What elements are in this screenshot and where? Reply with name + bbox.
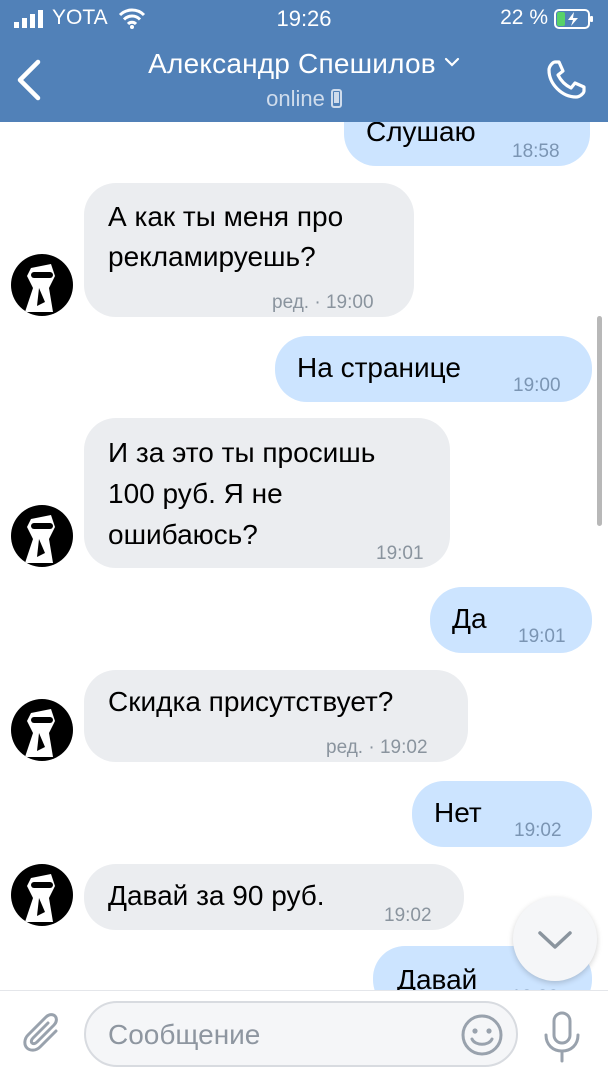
avatar[interactable] [11,505,73,567]
message-text: Скидка присутствует? [108,686,394,717]
avatar[interactable] [11,864,73,926]
phone-call-icon[interactable] [544,58,588,102]
message-time: 19:01 [518,626,566,647]
scroll-down-button[interactable] [513,897,597,981]
composer-bar: Сообщение [0,990,608,1080]
message-bubble-outgoing[interactable]: Нет 19:02 [412,781,592,847]
message-text: На странице [297,352,461,383]
message-input[interactable]: Сообщение [84,1001,518,1067]
scrollbar[interactable] [597,316,602,526]
message-text: Нет [434,797,482,828]
message-time: 19:02 [384,905,432,926]
avatar-image [25,264,55,312]
avatar-image [25,515,55,563]
avatar-image [25,709,55,757]
message-time: 19:02 [514,820,562,841]
message-time: ред. · 19:02 [326,737,428,758]
message-bubble-incoming[interactable]: А как ты меня про рекламируешь? ред. · 1… [84,183,414,317]
message-input-placeholder: Сообщение [108,1019,261,1050]
status-bar: YOTA 19:26 22 % [0,0,608,38]
emoji-icon[interactable] [460,1013,504,1057]
attach-icon[interactable] [22,1013,64,1057]
message-time: 19:00 [513,375,561,396]
title-row: Александр Спешилов [0,48,608,80]
presence-row: online [0,86,608,112]
message-bubble-outgoing[interactable]: Да 19:01 [430,587,592,653]
avatar-image [25,874,55,922]
chat-title-area[interactable]: Александр Спешилов online [0,48,608,112]
message-text: А как ты меня про рекламируешь? [108,201,344,272]
battery-percent: 22 % [500,6,548,29]
scroll-down-icon [538,931,572,949]
mobile-device-icon [330,89,342,108]
message-bubble-incoming[interactable]: Скидка присутствует? ред. · 19:02 [84,670,468,762]
message-bubble-outgoing[interactable]: На странице 19:00 [275,336,592,402]
message-bubble-incoming[interactable]: Давай за 90 руб. 19:02 [84,864,464,930]
message-bubble-incoming[interactable]: И за это ты просишь 100 руб. Я не ошибаю… [84,418,450,568]
message-text: Да [452,603,487,634]
contact-name: Александр Спешилов [148,48,436,79]
chat-header: YOTA 19:26 22 % Александр Спешилов onlin… [0,0,608,122]
message-text: И за это ты просишь 100 руб. Я не ошибаю… [108,437,376,550]
chevron-down-icon [444,57,459,67]
avatar[interactable] [11,254,73,316]
battery-icon [554,9,593,29]
avatar[interactable] [11,699,73,761]
message-time: 19:01 [376,543,424,564]
message-text: Давай за 90 руб. [108,880,325,911]
microphone-icon[interactable] [540,1011,584,1063]
message-time: 18:58 [512,141,560,162]
message-time: ред. · 19:00 [272,292,374,313]
presence-status: online [266,86,325,111]
